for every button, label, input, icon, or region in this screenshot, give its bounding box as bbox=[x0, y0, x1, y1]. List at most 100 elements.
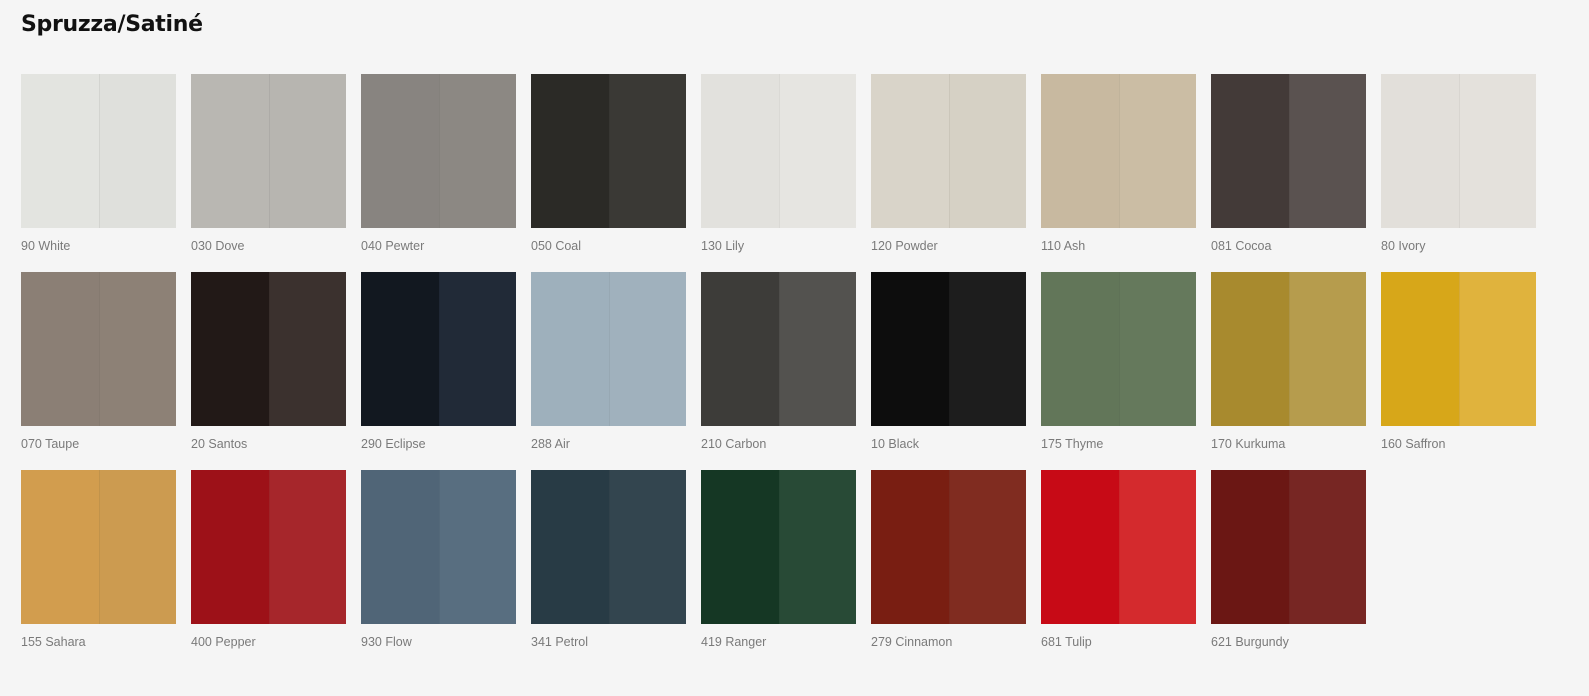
color-swatch[interactable] bbox=[871, 470, 1026, 624]
color-swatch[interactable] bbox=[1381, 272, 1536, 426]
swatch-label: 040 Pewter bbox=[361, 239, 425, 253]
color-swatch[interactable] bbox=[871, 272, 1026, 426]
swatch-finish-right bbox=[1288, 470, 1366, 624]
swatch-finish-right bbox=[1288, 74, 1366, 228]
swatch-label: 90 White bbox=[21, 239, 71, 253]
color-swatch[interactable] bbox=[531, 470, 686, 624]
swatch-finish-right bbox=[98, 470, 176, 624]
swatch-finish-right bbox=[98, 74, 176, 228]
swatch-finish-right bbox=[268, 272, 346, 426]
swatch-finish-right bbox=[608, 74, 686, 228]
swatch-finish-left bbox=[1041, 74, 1119, 228]
color-swatch[interactable] bbox=[871, 74, 1026, 228]
color-swatch[interactable] bbox=[21, 74, 176, 228]
swatch-card[interactable]: 341 Petrol bbox=[531, 470, 686, 649]
swatch-finish-right bbox=[98, 272, 176, 426]
swatch-card[interactable]: 210 Carbon bbox=[701, 272, 856, 451]
swatch-finish-left bbox=[871, 470, 949, 624]
swatch-card[interactable]: 040 Pewter bbox=[361, 74, 516, 253]
swatch-label: 279 Cinnamon bbox=[871, 635, 953, 649]
swatch-card[interactable]: 20 Santos bbox=[191, 272, 346, 451]
swatch-card[interactable]: 130 Lily bbox=[701, 74, 856, 253]
swatch-card[interactable]: 081 Cocoa bbox=[1211, 74, 1366, 253]
swatch-finish-left bbox=[191, 470, 269, 624]
swatch-finish-right bbox=[778, 470, 856, 624]
swatch-finish-right bbox=[608, 272, 686, 426]
swatch-label: 160 Saffron bbox=[1381, 437, 1446, 451]
swatch-card[interactable]: 290 Eclipse bbox=[361, 272, 516, 451]
swatch-label: 290 Eclipse bbox=[361, 437, 426, 451]
swatch-card[interactable]: 90 White bbox=[21, 74, 176, 253]
swatch-card[interactable]: 120 Powder bbox=[871, 74, 1026, 253]
color-swatch[interactable] bbox=[531, 272, 686, 426]
color-swatch[interactable] bbox=[1211, 272, 1366, 426]
swatch-finish-right bbox=[1118, 74, 1196, 228]
color-swatch[interactable] bbox=[21, 272, 176, 426]
swatch-finish-left bbox=[871, 272, 949, 426]
swatch-card[interactable]: 030 Dove bbox=[191, 74, 346, 253]
swatch-label: 419 Ranger bbox=[701, 635, 767, 649]
swatch-label: 288 Air bbox=[531, 437, 570, 451]
color-swatch[interactable] bbox=[701, 74, 856, 228]
swatch-card[interactable]: 110 Ash bbox=[1041, 74, 1196, 253]
swatch-card[interactable]: 288 Air bbox=[531, 272, 686, 451]
swatch-label: 10 Black bbox=[871, 437, 919, 451]
swatch-card[interactable]: 930 Flow bbox=[361, 470, 516, 649]
color-swatch[interactable] bbox=[531, 74, 686, 228]
swatch-finish-right bbox=[1118, 272, 1196, 426]
swatch-finish-right bbox=[438, 470, 516, 624]
swatch-grid: 90 White 030 Dove 040 Pewter 050 Coal 130 Li… bbox=[21, 74, 1536, 649]
swatch-card[interactable]: 80 Ivory bbox=[1381, 74, 1536, 253]
swatch-finish-left bbox=[1211, 470, 1289, 624]
color-swatch[interactable] bbox=[1041, 470, 1196, 624]
swatch-finish-left bbox=[21, 74, 99, 228]
color-swatch[interactable] bbox=[1211, 74, 1366, 228]
swatch-finish-left bbox=[871, 74, 949, 228]
color-swatch[interactable] bbox=[361, 272, 516, 426]
swatch-label: 120 Powder bbox=[871, 239, 938, 253]
swatch-card[interactable]: 050 Coal bbox=[531, 74, 686, 253]
color-swatch[interactable] bbox=[361, 74, 516, 228]
color-swatch[interactable] bbox=[1211, 470, 1366, 624]
swatch-label: 130 Lily bbox=[701, 239, 745, 253]
swatch-label: 175 Thyme bbox=[1041, 437, 1104, 451]
swatch-finish-left bbox=[531, 74, 609, 228]
swatch-finish-left bbox=[191, 74, 269, 228]
swatch-card[interactable]: 10 Black bbox=[871, 272, 1026, 451]
color-swatch[interactable] bbox=[191, 272, 346, 426]
swatch-card[interactable]: 070 Taupe bbox=[21, 272, 176, 451]
swatch-finish-right bbox=[438, 272, 516, 426]
swatch-card[interactable]: 175 Thyme bbox=[1041, 272, 1196, 451]
swatch-card[interactable]: 621 Burgundy bbox=[1211, 470, 1366, 649]
swatch-finish-left bbox=[531, 272, 609, 426]
swatch-card[interactable]: 681 Tulip bbox=[1041, 470, 1196, 649]
color-swatch[interactable] bbox=[191, 470, 346, 624]
swatch-finish-left bbox=[21, 272, 99, 426]
swatch-card[interactable]: 155 Sahara bbox=[21, 470, 176, 649]
color-swatch[interactable] bbox=[701, 272, 856, 426]
swatch-card[interactable]: 279 Cinnamon bbox=[871, 470, 1026, 649]
color-swatch[interactable] bbox=[191, 74, 346, 228]
swatch-label: 341 Petrol bbox=[531, 635, 588, 649]
swatch-finish-right bbox=[948, 74, 1026, 228]
swatch-card[interactable]: 419 Ranger bbox=[701, 470, 856, 649]
color-swatch[interactable] bbox=[1381, 74, 1536, 228]
swatch-label: 621 Burgundy bbox=[1211, 635, 1289, 649]
swatch-finish-left bbox=[1381, 74, 1459, 228]
color-swatch[interactable] bbox=[21, 470, 176, 624]
color-swatch[interactable] bbox=[361, 470, 516, 624]
swatch-card[interactable]: 400 Pepper bbox=[191, 470, 346, 649]
swatch-finish-left bbox=[361, 470, 439, 624]
swatch-finish-left bbox=[191, 272, 269, 426]
swatch-finish-right bbox=[268, 470, 346, 624]
color-swatch[interactable] bbox=[1041, 272, 1196, 426]
swatch-label: 20 Santos bbox=[191, 437, 248, 451]
swatch-finish-right bbox=[948, 470, 1026, 624]
swatch-finish-left bbox=[701, 272, 779, 426]
swatch-finish-left bbox=[701, 470, 779, 624]
color-swatch[interactable] bbox=[1041, 74, 1196, 228]
swatch-label: 070 Taupe bbox=[21, 437, 80, 451]
swatch-card[interactable]: 170 Kurkuma bbox=[1211, 272, 1366, 451]
swatch-card[interactable]: 160 Saffron bbox=[1381, 272, 1536, 451]
color-swatch[interactable] bbox=[701, 470, 856, 624]
